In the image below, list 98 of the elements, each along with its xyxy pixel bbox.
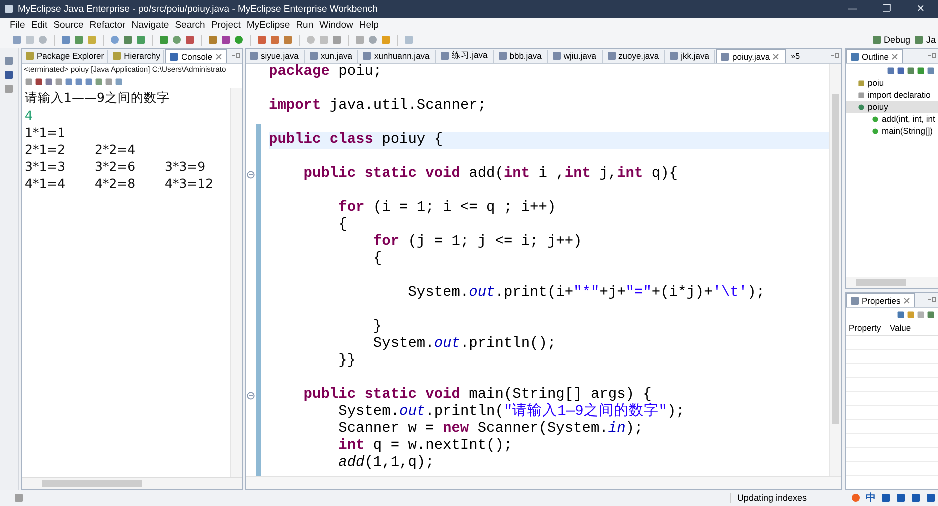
code-line: Scanner w = new Scanner(System.in); (338, 421, 644, 438)
scrollbar[interactable] (829, 64, 841, 476)
editor-tab[interactable]: xun.java (306, 50, 358, 62)
code-line: for (j = 1; j <= i; j++) (372, 234, 584, 251)
code-line: add(1,1,q); (338, 455, 436, 472)
view-tab[interactable]: Hierarchy (109, 50, 164, 62)
outline-item[interactable]: import declaratio (846, 89, 938, 101)
view-icon (112, 51, 122, 61)
close-icon[interactable] (772, 52, 780, 60)
code-line: System.out.println("请输入1—9之间的数字"); (338, 404, 686, 421)
code-line: } (372, 319, 384, 336)
menu-item[interactable]: Edit (31, 20, 48, 30)
console-output-text: 3*2=6 (95, 159, 137, 174)
perspective-icon (914, 35, 924, 45)
close-icon[interactable] (890, 52, 899, 60)
status-message: Updating indexes (730, 493, 847, 503)
menu-item[interactable]: MyEclipse (246, 20, 290, 30)
column-header[interactable]: Value (887, 323, 928, 333)
minimize-maximize-icon[interactable] (928, 296, 936, 304)
scrollbar[interactable] (246, 476, 841, 489)
code-line: public static void add(int i ,int j,int q){ (302, 166, 680, 183)
outline-item[interactable]: poiu (846, 77, 938, 89)
menu-item[interactable]: Navigate (132, 20, 170, 30)
window-title: MyEclipse Java Enterprise - po/src/poiu/poiuy.java - MyEclipse Enterprise Workbench (18, 4, 378, 14)
scrollbar[interactable] (846, 277, 938, 288)
window-control-button[interactable]: ❐ (870, 0, 904, 18)
editor-tab[interactable]: wjiu.java (548, 50, 602, 62)
status-icon (14, 493, 24, 503)
menu-item[interactable]: Source (54, 20, 84, 30)
menu-item[interactable]: Search (175, 20, 206, 30)
app-icon (4, 4, 14, 14)
outline-item[interactable]: main(String[]) (846, 125, 938, 137)
view-tab[interactable]: Properties (846, 293, 915, 307)
minimize-maximize-icon[interactable] (831, 52, 839, 60)
console-output-text: 1*1=1 (25, 125, 66, 140)
menu-item[interactable]: Project (211, 20, 241, 30)
console-output-text: 4*2=8 (95, 176, 137, 191)
close-icon[interactable] (902, 296, 911, 304)
perspective-label[interactable]: Ja (926, 35, 936, 45)
ime-logo-icon[interactable] (851, 493, 861, 503)
editor-tab[interactable]: xunhuann.java (359, 50, 436, 62)
menu-item[interactable]: File (10, 20, 26, 30)
package-icon (858, 80, 865, 86)
column-header[interactable]: Property (846, 323, 887, 333)
close-icon[interactable] (214, 52, 223, 60)
minimize-maximize-icon[interactable] (232, 52, 240, 60)
menu-item[interactable]: Window (320, 20, 354, 30)
code-line: package poiu; (269, 64, 384, 81)
perspective-icon (872, 35, 882, 45)
outline-item[interactable]: poiuy (846, 101, 938, 113)
perspective-button[interactable]: Debug (872, 35, 910, 45)
editor-tab[interactable]: siyue.java (246, 50, 305, 62)
minimize-maximize-icon[interactable] (928, 52, 936, 60)
properties-icon (850, 296, 860, 306)
outline-item[interactable]: add(int, int, int (846, 113, 938, 125)
console-output-text: 3*1=3 (25, 159, 67, 174)
perspective-button[interactable]: Ja (914, 35, 936, 45)
editor-tab[interactable]: bbb.java (494, 50, 548, 62)
fold-icon[interactable] (247, 392, 255, 400)
code-line: }} (338, 353, 358, 370)
more-tabs-indicator[interactable]: »5 (787, 52, 800, 60)
perspective-label[interactable]: Debug (884, 35, 910, 45)
class-icon (858, 104, 865, 110)
menu-item[interactable]: Help (359, 20, 379, 30)
ime-mode[interactable]: 中 (866, 491, 876, 505)
console-output-text: 请输入1——9之间的数字 (25, 90, 170, 107)
outline-icon (850, 52, 860, 62)
editor-tab[interactable]: jkk.java (666, 50, 716, 62)
console-output-text: 4*1=4 (25, 176, 67, 191)
console-output-text: 3*3=9 (165, 159, 207, 174)
view-tab[interactable]: Outline (846, 49, 903, 63)
console-output-text: 2*2=4 (95, 142, 137, 157)
window-control-button[interactable]: — (836, 0, 870, 18)
code-line: { (338, 217, 348, 234)
console-output-text: 2*1=2 (25, 142, 67, 157)
code-line: System.out.print(i+"*"+j+"="+(i*j)+'\t'); (407, 285, 766, 302)
code-line: int q = w.nextInt(); (338, 438, 514, 455)
view-icon (169, 52, 180, 62)
view-icon (25, 51, 35, 61)
editor-tab[interactable]: zuoye.java (604, 50, 666, 62)
console-output-text: 4*3=12 (165, 176, 215, 191)
view-tab[interactable]: Package Explorer (22, 50, 108, 62)
editor-tab[interactable]: 练习.java (436, 50, 494, 62)
console-input-text: 4 (25, 108, 33, 123)
imports-icon (858, 92, 865, 98)
scrollbar[interactable] (22, 477, 242, 489)
scrollbar[interactable] (230, 88, 242, 477)
code-line: import java.util.Scanner; (269, 98, 488, 115)
code-line: public static void main(String[] args) { (302, 387, 652, 403)
menu-item[interactable]: Run (296, 20, 314, 30)
code-line: { (372, 251, 384, 268)
code-line: for (i = 1; i <= q ; i++) (338, 200, 558, 217)
window-control-button[interactable]: ✕ (904, 0, 938, 18)
menu-item[interactable]: Refactor (90, 20, 126, 30)
view-tab[interactable]: Console (165, 49, 227, 63)
fold-icon[interactable] (247, 170, 255, 178)
editor-tab[interactable]: poiuy.java (716, 49, 786, 63)
code-line: System.out.println(); (372, 336, 558, 353)
